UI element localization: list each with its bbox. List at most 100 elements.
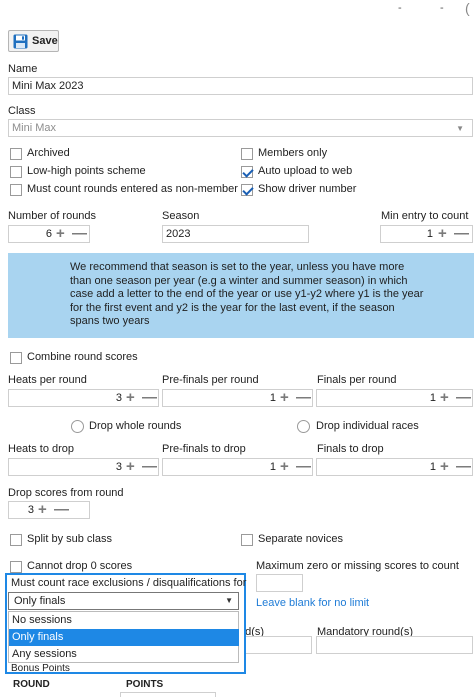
finals-to-drop-value: 1	[429, 461, 436, 473]
drop-scores-from-round-label: Drop scores from round	[8, 487, 124, 499]
save-label: Save	[32, 35, 58, 47]
must-count-rounds-label: Must count rounds entered as non-member	[27, 183, 238, 195]
drop-whole-rounds-radio[interactable]	[71, 420, 84, 433]
plus-icon[interactable]: +	[38, 502, 47, 517]
min-entry-label: Min entry to count	[381, 210, 469, 222]
column-header-points: POINTS	[126, 679, 164, 690]
separate-novices-label: Separate novices	[258, 533, 343, 545]
season-input[interactable]: 2023	[162, 225, 309, 243]
cannot-drop-zero-label: Cannot drop 0 scores	[27, 560, 133, 572]
drop-scores-from-round-value: 3	[27, 504, 34, 516]
show-driver-number-checkbox[interactable]	[241, 184, 253, 196]
class-label: Class	[8, 105, 36, 117]
table-header: ROUND POINTS	[8, 676, 473, 697]
heats-to-drop-value: 3	[115, 461, 122, 473]
exclusions-selected-value: Only finals	[14, 595, 66, 607]
max-zero-scores-label: Maximum zero or missing scores to count	[256, 560, 459, 572]
members-only-label: Members only	[258, 147, 328, 159]
minus-icon[interactable]: —	[54, 502, 69, 517]
finals-per-round-stepper[interactable]: 1 + —	[316, 389, 473, 407]
class-value: Mini Max	[12, 122, 57, 134]
archived-label: Archived	[27, 147, 70, 159]
finals-to-drop-stepper[interactable]: 1 + —	[316, 458, 473, 476]
window-control-maximize[interactable]: -	[440, 2, 444, 14]
save-button[interactable]: Save	[8, 30, 59, 52]
window-control-minimize[interactable]: -	[398, 2, 402, 14]
mandatory-rounds-input[interactable]	[316, 636, 473, 654]
split-by-sub-class-label: Split by sub class	[27, 533, 112, 545]
separate-novices-checkbox[interactable]	[241, 534, 253, 546]
minus-icon[interactable]: —	[296, 390, 311, 405]
max-zero-hint: Leave blank for no limit	[256, 597, 370, 609]
plus-icon[interactable]: +	[56, 226, 65, 241]
exclusions-label: Must count race exclusions / disqualific…	[11, 577, 247, 589]
prefinals-to-drop-stepper[interactable]: 1 + —	[162, 458, 313, 476]
class-select[interactable]: Mini Max ▼	[8, 119, 473, 137]
members-only-checkbox[interactable]	[241, 148, 253, 160]
finals-to-drop-label: Finals to drop	[317, 443, 384, 455]
min-entry-stepper[interactable]: 1 + —	[380, 225, 473, 243]
name-label: Name	[8, 63, 38, 75]
window-control-close[interactable]: (	[465, 0, 470, 16]
plus-icon[interactable]: +	[438, 226, 447, 241]
heats-per-round-label: Heats per round	[8, 374, 87, 386]
minus-icon[interactable]: —	[72, 226, 87, 241]
auto-upload-label: Auto upload to web	[258, 165, 353, 177]
heats-per-round-stepper[interactable]: 3 + —	[8, 389, 159, 407]
combine-round-scores-label: Combine round scores	[27, 351, 138, 363]
prefinals-to-drop-label: Pre-finals to drop	[162, 443, 246, 455]
option-no-sessions[interactable]: No sessions	[9, 612, 239, 629]
auto-upload-checkbox[interactable]	[241, 166, 253, 178]
floppy-disk-icon	[13, 34, 28, 52]
plus-icon[interactable]: +	[280, 459, 289, 474]
archived-checkbox[interactable]	[10, 148, 22, 160]
minus-icon[interactable]: —	[142, 459, 157, 474]
finals-per-round-value: 1	[429, 392, 436, 404]
number-of-rounds-label: Number of rounds	[8, 210, 97, 222]
low-high-points-label: Low-high points scheme	[27, 165, 146, 177]
heats-to-drop-label: Heats to drop	[8, 443, 75, 455]
drop-scores-from-round-stepper[interactable]: 3 + —	[8, 501, 90, 519]
bonus-points-label: Bonus Points	[11, 664, 70, 674]
drop-whole-rounds-label: Drop whole rounds	[89, 420, 182, 432]
minus-icon[interactable]: —	[456, 390, 471, 405]
number-of-rounds-stepper[interactable]: 6 + —	[8, 225, 90, 243]
combine-round-scores-checkbox[interactable]	[10, 352, 22, 364]
option-only-finals[interactable]: Only finals	[9, 629, 239, 646]
drop-individual-races-label: Drop individual races	[316, 420, 419, 432]
plus-icon[interactable]: +	[440, 390, 449, 405]
heats-to-drop-stepper[interactable]: 3 + —	[8, 458, 159, 476]
minus-icon[interactable]: —	[296, 459, 311, 474]
exclusions-select[interactable]: Only finals ▼	[8, 592, 239, 610]
show-driver-number-label: Show driver number	[258, 183, 357, 195]
points-input[interactable]	[120, 692, 216, 697]
chevron-down-icon: ▼	[456, 124, 464, 133]
low-high-points-checkbox[interactable]	[10, 166, 22, 178]
plus-icon[interactable]: +	[126, 390, 135, 405]
prefinals-per-round-value: 1	[269, 392, 276, 404]
round-input[interactable]	[240, 636, 312, 654]
cannot-drop-zero-checkbox[interactable]	[10, 561, 22, 573]
prefinals-per-round-label: Pre-finals per round	[162, 374, 259, 386]
prefinals-per-round-stepper[interactable]: 1 + —	[162, 389, 313, 407]
plus-icon[interactable]: +	[440, 459, 449, 474]
number-of-rounds-value: 6	[45, 228, 52, 240]
minus-icon[interactable]: —	[142, 390, 157, 405]
column-header-round: ROUND	[13, 679, 50, 690]
exclusions-options-list: No sessions Only finals Any sessions	[8, 611, 239, 663]
chevron-down-icon: ▼	[225, 596, 233, 605]
must-count-rounds-checkbox[interactable]	[10, 184, 22, 196]
season-info-banner: We recommend that season is set to the y…	[8, 253, 474, 338]
drop-individual-races-radio[interactable]	[297, 420, 310, 433]
prefinals-to-drop-value: 1	[269, 461, 276, 473]
plus-icon[interactable]: +	[126, 459, 135, 474]
option-any-sessions[interactable]: Any sessions	[9, 646, 239, 663]
minus-icon[interactable]: —	[454, 226, 469, 241]
finals-per-round-label: Finals per round	[317, 374, 397, 386]
max-zero-scores-input[interactable]	[256, 574, 303, 592]
minus-icon[interactable]: —	[456, 459, 471, 474]
season-label: Season	[162, 210, 200, 222]
split-by-sub-class-checkbox[interactable]	[10, 534, 22, 546]
name-input[interactable]: Mini Max 2023	[8, 77, 473, 95]
plus-icon[interactable]: +	[280, 390, 289, 405]
